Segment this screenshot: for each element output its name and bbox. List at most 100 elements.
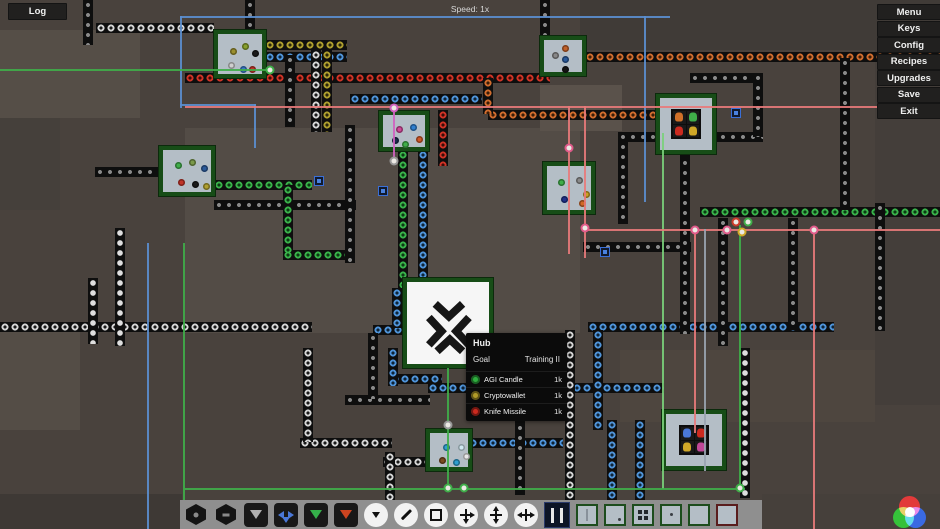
wire-node[interactable]: [581, 224, 590, 233]
menu-button-save[interactable]: Save: [877, 87, 940, 103]
goal-label: Goal: [473, 355, 490, 364]
conveyor-belt: [483, 78, 493, 114]
item-dot: [453, 459, 460, 466]
conveyor-belt: [322, 50, 332, 132]
speed-indicator: Speed: 1x: [0, 4, 940, 14]
game-stage[interactable]: Log Speed: 1x Hub Goal Training II AGI C…: [0, 0, 940, 529]
menu-button-menu[interactable]: Menu: [877, 4, 940, 20]
item-dot: [242, 43, 249, 50]
conveyor-belt: [875, 203, 885, 331]
menu-button-recipes[interactable]: Recipes: [877, 54, 940, 70]
panel-blue-button[interactable]: [544, 502, 570, 528]
machine-building[interactable]: [540, 36, 586, 76]
machine-building[interactable]: [159, 146, 215, 196]
wire-node[interactable]: [732, 218, 741, 227]
conveyor-belt: [438, 110, 448, 166]
conveyor-belt: [345, 125, 355, 263]
rgb-logo-icon: [893, 496, 927, 529]
tooltip-title: Hub: [466, 333, 567, 351]
circ-square-button[interactable]: [424, 503, 448, 527]
circ-cross-ud-button[interactable]: [484, 503, 508, 527]
conveyor-belt: [718, 218, 728, 346]
conveyor-belt: [95, 167, 159, 177]
machine-building[interactable]: [379, 111, 429, 151]
item-dot: [201, 165, 208, 172]
tri-gray-button[interactable]: [244, 503, 268, 527]
menu-button-config[interactable]: Config: [877, 37, 940, 53]
hex-dash-button[interactable]: [214, 503, 238, 527]
cryptowallet-icon: [471, 391, 480, 400]
item-dot: [203, 183, 210, 190]
conveyor-belt: [700, 207, 940, 217]
item-name: Cryptowallet: [484, 391, 525, 400]
wire-node[interactable]: [444, 484, 453, 493]
item-dot: [178, 179, 185, 186]
wire-node[interactable]: [565, 144, 574, 153]
conveyor-belt: [345, 395, 430, 405]
signal-wire: [393, 106, 395, 162]
signal-wire: [254, 104, 256, 148]
wire-node[interactable]: [810, 226, 819, 235]
sq-plain-button[interactable]: [688, 504, 710, 526]
tri-blue3-button[interactable]: [274, 503, 298, 527]
sq-4dots-button[interactable]: [632, 504, 654, 526]
conveyor-belt: [392, 288, 402, 328]
goal-value: Training II: [525, 355, 560, 364]
belt-splitter[interactable]: [378, 186, 388, 196]
signal-wire: [0, 69, 270, 71]
item-dot: [562, 66, 569, 73]
wire-node[interactable]: [266, 66, 275, 75]
belt-splitter[interactable]: [600, 247, 610, 257]
circ-tri-button[interactable]: [364, 503, 388, 527]
tri-red-button[interactable]: [334, 503, 358, 527]
hexagon-icon: [216, 504, 236, 525]
circ-cross-rd-button[interactable]: [454, 503, 478, 527]
belt-splitter[interactable]: [731, 108, 741, 118]
item-dot: [189, 159, 196, 166]
wire-node[interactable]: [744, 218, 753, 227]
conveyor-belt: [607, 420, 617, 506]
conveyor-belt: [283, 250, 353, 260]
conveyor-belt: [368, 333, 378, 399]
circ-pencil-button[interactable]: [394, 503, 418, 527]
signal-wire: [662, 133, 664, 489]
conveyor-belt: [753, 73, 763, 137]
menu-button-upgrades[interactable]: Upgrades: [877, 70, 940, 86]
sq-vline-button[interactable]: [576, 504, 598, 526]
wire-node[interactable]: [444, 421, 453, 430]
sq-dot-button[interactable]: [604, 504, 626, 526]
conveyor-belt: [0, 322, 312, 332]
hub-tooltip: Hub Goal Training II AGI Candle1kCryptow…: [466, 333, 567, 421]
conveyor-belt: [740, 348, 750, 498]
menu-button-keys[interactable]: Keys: [877, 21, 940, 37]
wire-node[interactable]: [390, 104, 399, 113]
signal-wire: [183, 243, 185, 529]
wire-node[interactable]: [723, 226, 732, 235]
conveyor-belt: [265, 52, 347, 62]
wire-node[interactable]: [691, 226, 700, 235]
machine-building[interactable]: [656, 94, 716, 154]
machine-building[interactable]: [426, 429, 472, 471]
hex-dot-button[interactable]: [184, 503, 208, 527]
wire-node[interactable]: [390, 157, 399, 166]
conveyor-belt: [283, 185, 293, 253]
tri-green-button[interactable]: [304, 503, 328, 527]
item-dot: [230, 48, 237, 55]
terrain-patch: [0, 118, 60, 210]
conveyor-belt: [388, 348, 398, 386]
menu-button-exit[interactable]: Exit: [877, 103, 940, 119]
item-dot: [402, 141, 409, 148]
terrain-patch: [0, 30, 140, 118]
wire-node[interactable]: [738, 228, 747, 237]
sq-maroon-button[interactable]: [716, 504, 738, 526]
conveyor-belt: [635, 420, 645, 506]
conveyor-belt: [285, 55, 295, 127]
circ-cross-lr-button[interactable]: [514, 503, 538, 527]
wire-node[interactable]: [736, 484, 745, 493]
build-toolbar: [180, 500, 762, 529]
wire-node[interactable]: [460, 484, 469, 493]
signal-wire: [180, 16, 670, 18]
sq-dotc-button[interactable]: [660, 504, 682, 526]
belt-splitter[interactable]: [314, 176, 324, 186]
conveyor-belt: [350, 94, 482, 104]
